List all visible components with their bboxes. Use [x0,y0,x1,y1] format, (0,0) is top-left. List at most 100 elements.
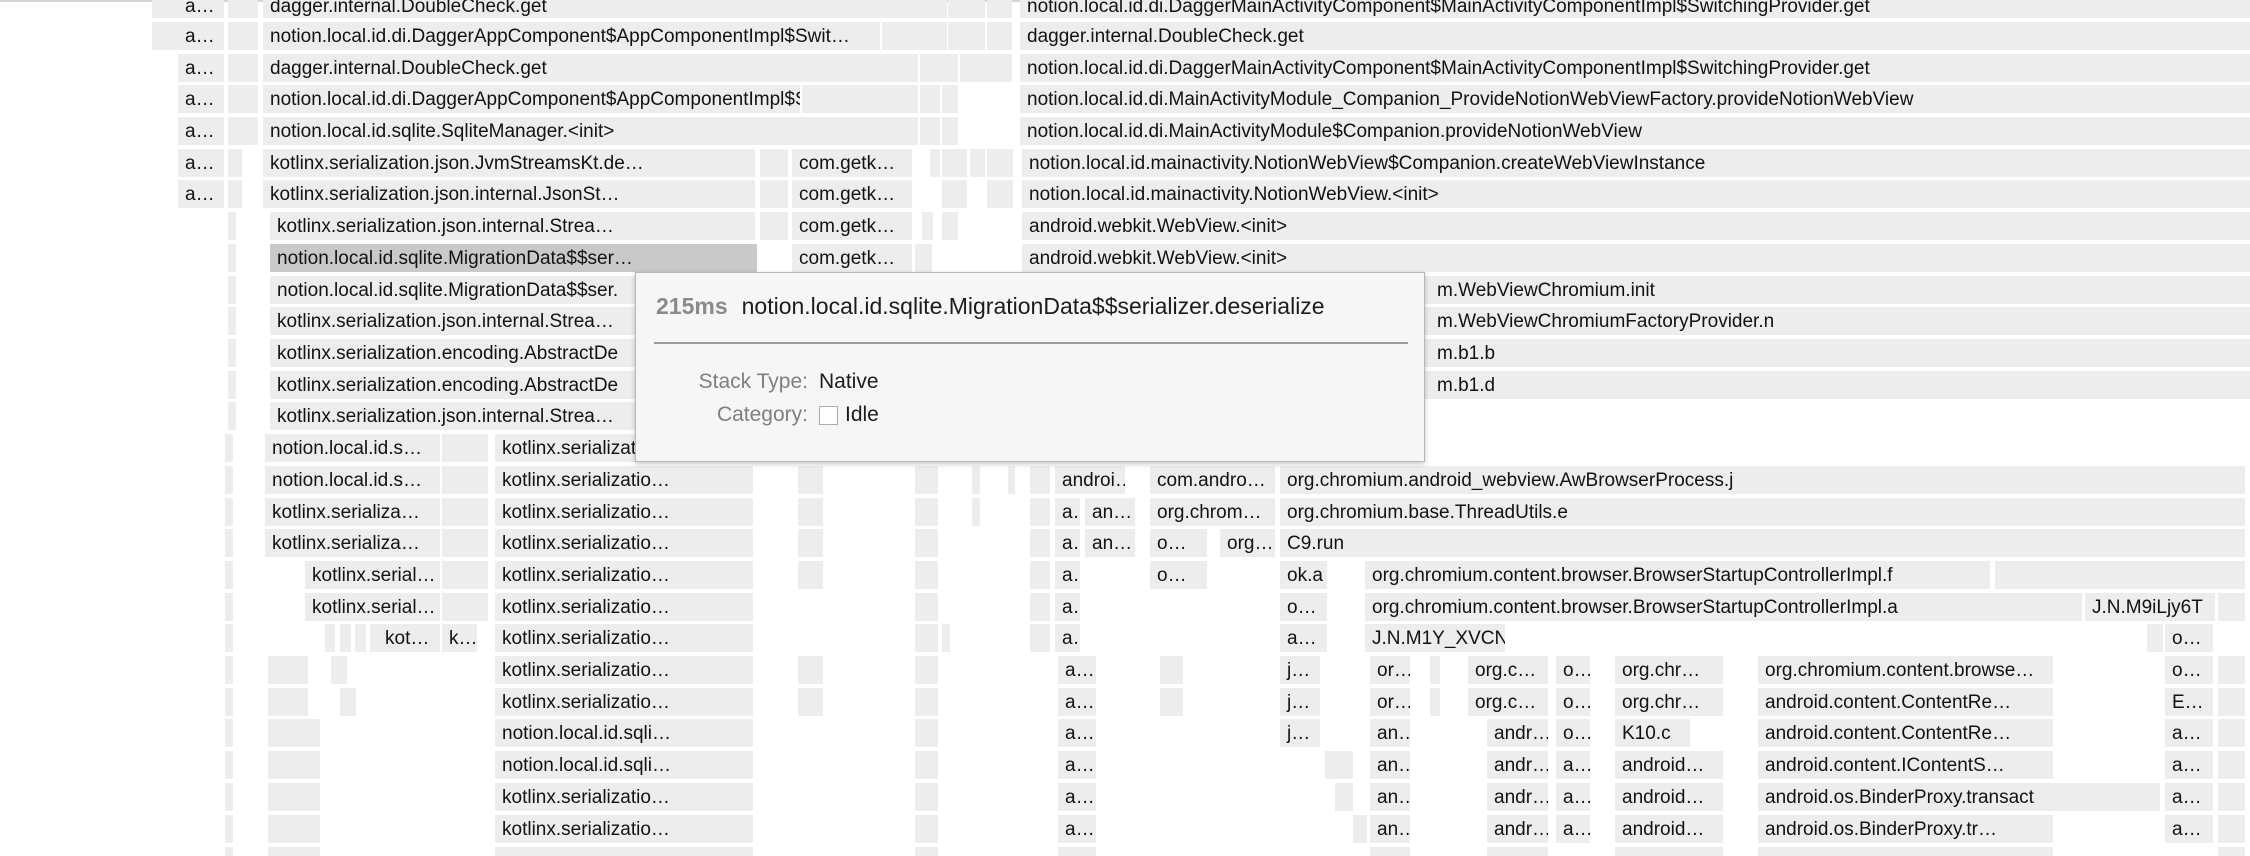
flame-cell[interactable] [225,498,233,526]
flame-cell[interactable]: J.N.M1Y_XVCN [1365,624,1505,652]
flame-cell[interactable] [915,688,938,716]
flame-cell[interactable] [225,719,233,747]
flame-cell[interactable]: a… [178,22,224,50]
flame-cell[interactable] [225,561,233,589]
flame-cell[interactable] [915,498,938,526]
flame-cell[interactable] [1430,656,1440,684]
flame-cell[interactable] [915,244,932,272]
flame-cell[interactable] [915,593,938,621]
flame-cell[interactable] [228,85,258,113]
flame-cell[interactable] [915,847,938,856]
flame-cell[interactable]: o… [1150,529,1207,557]
flame-cell[interactable]: E… [2165,688,2213,716]
flame-cell[interactable] [225,593,233,621]
flame-cell[interactable] [442,466,488,494]
flame-cell[interactable] [942,180,967,208]
flame-cell[interactable] [960,54,1012,82]
flame-cell[interactable] [268,783,320,811]
flame-cell[interactable]: kot… [378,624,440,652]
flame-cell[interactable]: org.chromium.content.browse… [1758,656,2053,684]
flame-cell[interactable] [1030,624,1050,652]
flame-cell[interactable] [2218,847,2245,856]
flame-cell[interactable] [228,149,242,177]
flame-cell[interactable] [1008,466,1015,494]
flame-cell[interactable] [325,624,335,652]
flame-cell[interactable] [228,244,236,272]
flame-cell[interactable]: an… [1370,751,1410,779]
flame-cell[interactable]: kotlinx.serializatio… [495,498,753,526]
flame-cell[interactable] [1160,656,1183,684]
flame-cell[interactable] [972,498,980,526]
flame-cell[interactable]: dagger.internal.DoubleCheck.get [263,54,918,82]
flame-cell[interactable] [355,624,366,652]
flame-cell[interactable]: kotlinx.serializatio… [495,624,753,652]
flame-cell[interactable] [798,561,823,589]
flame-cell[interactable]: android… [1615,751,1723,779]
flame-cell[interactable]: a… [178,117,224,145]
flame-cell[interactable]: andr… [1487,783,1548,811]
flame-cell[interactable]: notion.local.id.di.DaggerAppComponent$Ap… [263,85,800,113]
flame-cell[interactable]: org.chromium.content.browser.BrowserStar… [1365,561,1990,589]
flame-cell[interactable] [228,276,236,304]
flame-cell[interactable]: org.chromium.content.browser.BrowserStar… [1365,593,2082,621]
flame-cell[interactable]: k… [442,624,477,652]
flame-cell[interactable]: o… [1556,656,1590,684]
flame-cell[interactable] [228,22,258,50]
flame-cell[interactable] [922,212,933,240]
flame-cell[interactable] [942,624,950,652]
flame-cell[interactable] [948,22,985,50]
flame-cell[interactable]: org.c… [1468,688,1548,716]
flame-cell[interactable] [1487,847,1548,856]
flame-cell[interactable] [915,751,938,779]
flame-cell[interactable]: com.getk… [792,244,912,272]
flame-cell[interactable] [1030,529,1050,557]
flame-cell[interactable]: j… [1280,719,1320,747]
flame-cell[interactable]: android.content.ContentRe… [1758,719,2053,747]
flame-cell[interactable]: notion.local.id.di.MainActivityModule$Co… [1020,117,2250,145]
flame-cell[interactable] [225,434,233,462]
flame-cell[interactable]: a… [1058,751,1096,779]
flame-cell[interactable] [1615,847,1723,856]
flame-cell[interactable]: kotlinx.serialization.json.internal.Json… [263,180,755,208]
flame-cell[interactable] [228,371,236,399]
flame-cell[interactable] [442,561,488,589]
flame-cell[interactable]: kotlinx.serialization.encoding.AbstractD… [270,371,690,399]
flame-cell[interactable] [972,466,980,494]
flame-cell[interactable] [225,656,233,684]
flame-cell[interactable]: o… [1280,593,1327,621]
flame-cell[interactable]: kotlinx.serializatio… [495,593,753,621]
flame-cell[interactable]: android.webkit.WebView.<init> [1022,244,2250,272]
flame-cell[interactable]: a… [2165,815,2213,843]
flame-cell[interactable]: notion.local.id.sqli… [495,751,753,779]
flame-cell[interactable] [225,529,233,557]
flame-cell[interactable]: kotlinx.serialization.json.JvmStreamsKt.… [263,149,755,177]
flame-cell[interactable] [942,117,958,145]
flame-cell[interactable]: notion.local.id.di.MainActivityModule_Co… [1020,85,2250,113]
flame-cell[interactable]: org.c… [1468,656,1548,684]
flame-cell[interactable] [1995,561,2245,589]
flame-cell[interactable]: a… [178,0,224,18]
flame-cell[interactable] [930,149,940,177]
flame-cell[interactable]: or… [1370,656,1410,684]
flame-cell[interactable]: kotlinx.serializatio… [495,656,753,684]
flame-cell[interactable] [760,180,788,208]
flame-cell[interactable] [225,751,233,779]
flame-cell[interactable]: a… [178,180,224,208]
flame-cell[interactable]: a… [1556,815,1590,843]
flame-cell[interactable]: android… [1615,815,1723,843]
flame-cell[interactable] [798,466,823,494]
flame-cell[interactable] [331,656,347,684]
flame-cell[interactable] [268,815,320,843]
flame-cell[interactable] [1030,593,1050,621]
flame-cell[interactable] [915,529,938,557]
flame-cell[interactable]: android… [1615,783,1723,811]
flame-cell[interactable]: kotlinx.serialization.json.internal.Stre… [270,402,690,430]
flame-cell[interactable]: a… [1058,815,1096,843]
flame-cell[interactable]: an… [1370,719,1410,747]
flame-cell[interactable] [915,783,938,811]
flame-cell[interactable] [2218,688,2245,716]
flame-cell[interactable]: kotlinx.serializa… [265,498,440,526]
flame-cell[interactable]: notion.local.id.mainactivity.NotionWebVi… [1022,149,2250,177]
flame-cell[interactable] [915,656,938,684]
flame-cell[interactable] [948,0,985,18]
